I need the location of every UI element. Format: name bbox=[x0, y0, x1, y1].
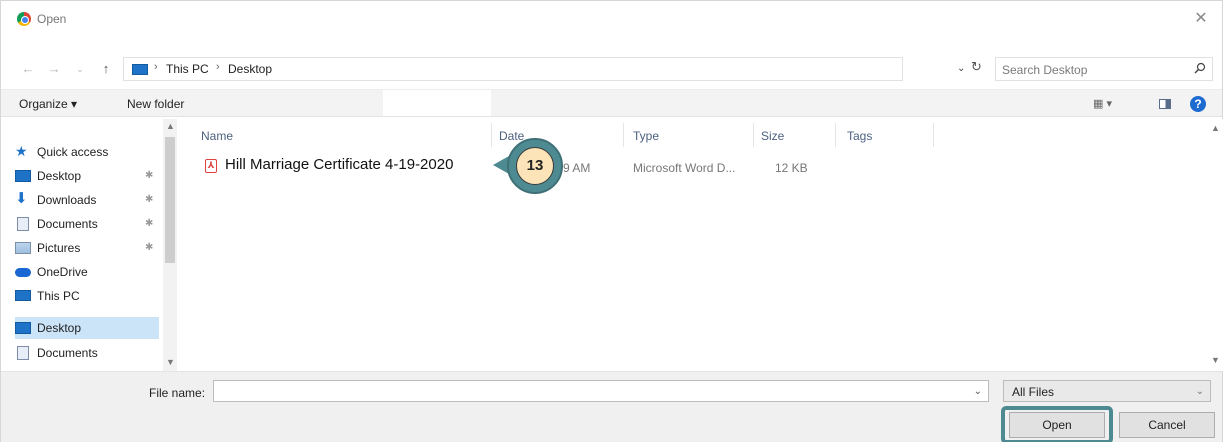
new-folder-button[interactable]: New folder bbox=[127, 97, 184, 111]
nav-item-downloads[interactable]: ⬇ Downloads ✱ bbox=[15, 189, 159, 211]
navigation-scrollbar[interactable]: ▲ ▼ bbox=[163, 119, 177, 371]
nav-item-label: Documents bbox=[37, 346, 98, 360]
chevron-down-icon[interactable]: ⌄ bbox=[1196, 386, 1204, 397]
breadcrumb-separator: › bbox=[216, 61, 220, 73]
open-file-dialog: Open ✕ ← → ⌄ ↑ › This PC › Desktop ⌄ ↻ O… bbox=[0, 0, 1223, 442]
step-badge: 13 bbox=[507, 138, 563, 194]
breadcrumb-this-pc[interactable]: This PC bbox=[166, 62, 209, 76]
column-header-size[interactable]: Size bbox=[761, 129, 784, 143]
nav-item-pictures[interactable]: Pictures ✱ bbox=[15, 237, 159, 259]
desktop-icon bbox=[15, 170, 31, 182]
download-icon: ⬇ bbox=[15, 190, 28, 207]
nav-item-documents[interactable]: Documents ✱ bbox=[15, 213, 159, 235]
desktop-icon bbox=[15, 322, 31, 334]
up-button[interactable]: ↑ bbox=[97, 59, 115, 79]
documents-icon bbox=[17, 346, 29, 360]
breadcrumb-separator: › bbox=[154, 61, 158, 73]
organize-button[interactable]: Organize ▾ bbox=[19, 97, 77, 111]
nav-item-documents-2[interactable]: Documents bbox=[15, 342, 159, 364]
pin-icon: ✱ bbox=[145, 242, 154, 253]
file-list: Name Date Type Size Tags ⅄ Hill Marriage… bbox=[177, 119, 1207, 371]
window-title: Open bbox=[37, 12, 67, 26]
step-number: 13 bbox=[516, 147, 554, 185]
scroll-up-icon[interactable]: ▲ bbox=[166, 121, 175, 131]
column-divider[interactable] bbox=[933, 123, 934, 147]
nav-item-desktop[interactable]: Desktop ✱ bbox=[15, 165, 159, 187]
chrome-icon bbox=[17, 12, 31, 26]
column-header-name[interactable]: Name bbox=[201, 129, 233, 143]
column-header-type[interactable]: Type bbox=[633, 129, 659, 143]
file-name-label: File name: bbox=[149, 386, 206, 400]
title-bar: Open ✕ bbox=[1, 1, 1222, 37]
cancel-button[interactable]: Cancel bbox=[1119, 412, 1215, 438]
pin-icon: ✱ bbox=[145, 218, 154, 229]
back-button[interactable]: ← bbox=[19, 59, 37, 79]
onedrive-icon bbox=[15, 268, 31, 277]
search-box[interactable] bbox=[995, 57, 1213, 81]
file-list-scrollbar[interactable]: ▲ ▼ bbox=[1207, 119, 1223, 371]
nav-item-this-pc[interactable]: This PC bbox=[15, 285, 159, 307]
column-divider[interactable] bbox=[835, 123, 836, 147]
scroll-down-icon[interactable]: ▼ bbox=[166, 357, 175, 367]
navigation-pane: ★ Quick access Desktop ✱ ⬇ Downloads ✱ D… bbox=[1, 119, 176, 371]
help-icon[interactable]: ? bbox=[1190, 96, 1206, 112]
recent-locations-button[interactable]: ⌄ bbox=[71, 59, 89, 79]
pictures-icon bbox=[15, 242, 31, 254]
nav-item-label: This PC bbox=[37, 289, 80, 303]
address-history-dropdown[interactable]: ⌄ bbox=[957, 63, 965, 74]
step-callout: 13 bbox=[493, 138, 565, 198]
nav-item-label: Desktop bbox=[37, 169, 82, 183]
file-type-filter-value: All Files bbox=[1012, 385, 1055, 399]
open-button[interactable]: Open bbox=[1009, 412, 1105, 438]
pdf-file-icon: ⅄ bbox=[205, 159, 217, 173]
column-divider[interactable] bbox=[753, 123, 754, 147]
nav-item-label: OneDrive bbox=[37, 265, 88, 279]
refresh-icon[interactable]: ↻ bbox=[971, 59, 982, 75]
preview-pane-icon[interactable] bbox=[1159, 99, 1171, 109]
search-input[interactable] bbox=[1002, 62, 1172, 78]
scroll-down-icon[interactable]: ▼ bbox=[1211, 355, 1220, 365]
column-header-tags[interactable]: Tags bbox=[847, 129, 872, 143]
dialog-footer: File name: ⌄ All Files ⌄ Open Cancel bbox=[1, 371, 1222, 442]
this-pc-icon bbox=[15, 290, 31, 301]
nav-item-label: Quick access bbox=[37, 145, 109, 159]
nav-item-label: Downloads bbox=[37, 193, 97, 207]
address-bar[interactable]: › This PC › Desktop bbox=[123, 57, 903, 81]
scroll-up-icon[interactable]: ▲ bbox=[1211, 123, 1220, 133]
file-type-filter[interactable]: All Files ⌄ bbox=[1003, 380, 1211, 402]
file-name-field[interactable]: ⌄ bbox=[213, 380, 989, 402]
file-type-cell: Microsoft Word D... bbox=[633, 161, 736, 175]
toolbar-blank-region bbox=[383, 90, 491, 116]
file-size-cell: 12 KB bbox=[775, 161, 808, 175]
search-icon[interactable] bbox=[1194, 62, 1206, 74]
forward-button[interactable]: → bbox=[45, 59, 63, 79]
scrollbar-thumb[interactable] bbox=[165, 137, 175, 263]
nav-item-label: Desktop bbox=[37, 321, 82, 335]
nav-item-quick-access[interactable]: ★ Quick access bbox=[15, 141, 159, 163]
nav-item-label: Documents bbox=[37, 217, 98, 231]
pin-icon: ✱ bbox=[145, 170, 154, 181]
nav-item-label: Pictures bbox=[37, 241, 81, 255]
breadcrumb-desktop[interactable]: Desktop bbox=[228, 62, 272, 76]
nav-item-desktop-selected[interactable]: Desktop bbox=[15, 317, 159, 339]
file-name-cell[interactable]: Hill Marriage Certificate 4-19-2020 bbox=[225, 156, 453, 173]
this-pc-icon bbox=[132, 64, 148, 75]
command-toolbar: Organize ▾ New folder ▦ ▾ ? bbox=[1, 89, 1222, 117]
column-divider[interactable] bbox=[623, 123, 624, 147]
nav-item-onedrive[interactable]: OneDrive bbox=[15, 261, 159, 283]
chevron-down-icon[interactable]: ⌄ bbox=[974, 386, 982, 397]
documents-icon bbox=[17, 217, 29, 231]
close-button[interactable]: ✕ bbox=[1188, 7, 1214, 31]
column-divider[interactable] bbox=[491, 123, 492, 147]
star-icon: ★ bbox=[15, 143, 28, 159]
change-view-icon[interactable]: ▦ ▾ bbox=[1093, 97, 1112, 110]
pin-icon: ✱ bbox=[145, 194, 154, 205]
